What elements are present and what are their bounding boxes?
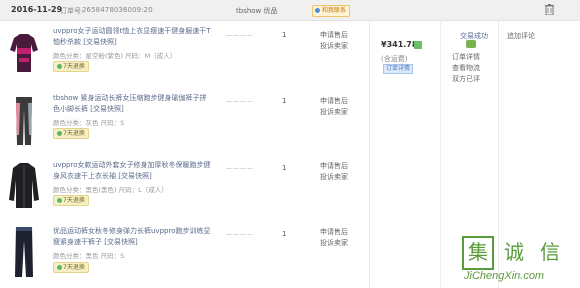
shield-icon [57,64,62,69]
order-item: tbshow 紧身运动长裤女压缩跑步健身瑜伽裤子拼色小脚长裤 [交易快照] 颜色… [0,87,369,153]
product-spec: 颜色分类：黑色(黑色) 尺码：L（成人） [53,186,168,194]
contact-seller-button[interactable]: 和我联系 [312,5,351,17]
badge-label: 7天退换 [63,63,85,70]
order-date: 2016-11-29 [11,5,63,14]
order-item: 优品运动裤女秋冬修身弹力长裤uvppro跑步训练显瘦紧身速干裤子 [交易快照] … [0,219,369,288]
unit-price: ———— [226,231,254,238]
order-total: ¥341.78 [381,40,418,49]
quantity: 1 [282,164,287,172]
product-spec: 颜色分类：灰色 尺码：S [53,119,125,127]
unit-price: ———— [226,32,254,39]
return-badge[interactable]: 7天退换 [53,61,89,72]
shield-icon [57,131,62,136]
shipping-note: (含运费) [381,55,408,63]
shield-icon [57,265,62,270]
order-number-label: 订单号: [60,7,84,15]
product-image[interactable] [4,225,44,279]
wechat-icon[interactable] [466,40,476,48]
order-detail-button[interactable]: 订单详情 [383,64,414,74]
shield-icon [57,198,62,203]
column-divider [369,20,370,288]
order-item: uvppro女款运动外套女子修身加厚秋冬保暖跑步健身风衣速干上衣长袖 [交易快照… [0,153,369,219]
chat-icon [315,8,320,13]
add-review-link[interactable]: 追加评论 [507,31,535,41]
watermark: 集 诚 信 JiChengXin.com [458,236,576,286]
order-detail-link[interactable]: 订单详情 [452,52,496,63]
complain-seller-link[interactable]: 投诉卖家 [320,41,348,52]
quantity: 1 [282,31,287,39]
view-logistics-link[interactable]: 查看物流 [452,63,496,74]
watermark-url: JiChengXin.com [464,270,545,282]
order-item: uvppro女子运动圆领t恤上衣显瘦速干健身服速干T恤秒杀款 [交易快照] 颜色… [0,21,369,87]
unit-price: ———— [226,165,254,172]
apply-after-sale-link[interactable]: 申请售后 [320,96,348,107]
return-badge[interactable]: 7天退换 [53,262,89,273]
return-badge[interactable]: 7天退换 [53,128,89,139]
product-image[interactable] [4,160,44,212]
quantity: 1 [282,230,287,238]
phone-order-icon [414,41,422,49]
product-image[interactable] [4,28,44,78]
order-number: 2658478036009:20 [82,6,153,14]
apply-after-sale-link[interactable]: 申请售后 [320,161,348,172]
product-title-link[interactable]: tbshow 紧身运动长裤女压缩跑步健身瑜伽裤子拼色小脚长裤 [交易快照] [53,93,213,115]
product-title-link[interactable]: 优品运动裤女秋冬修身弹力长裤uvppro跑步训练显瘦紧身速干裤子 [交易快照] [53,226,213,248]
badge-label: 7天退换 [63,264,85,271]
product-spec: 颜色分类：黑色 尺码：S [53,252,125,260]
badge-label: 7天退换 [63,197,85,204]
watermark-char: 信 [540,240,560,264]
product-title-link[interactable]: uvppro女款运动外套女子修身加厚秋冬保暖跑步健身风衣速干上衣长袖 [交易快照… [53,160,213,182]
complain-seller-link[interactable]: 投诉卖家 [320,107,348,118]
status-links: 订单详情 查看物流 双方已评 [452,52,496,85]
both-rated-link[interactable]: 双方已评 [452,74,496,85]
item-actions: 申请售后 投诉卖家 [320,30,348,52]
item-actions: 申请售后 投诉卖家 [320,227,348,249]
product-title-link[interactable]: uvppro女子运动圆领t恤上衣显瘦速干健身服速干T恤秒杀款 [交易快照] [53,26,213,48]
shop-name-link[interactable]: tbshow 优品 [236,6,278,16]
item-actions: 申请售后 投诉卖家 [320,96,348,118]
return-badge[interactable]: 7天退换 [53,195,89,206]
delete-icon[interactable] [545,4,554,15]
order-header: 2016-11-29 订单号: 2658478036009:20 tbshow … [0,0,580,21]
product-image[interactable] [4,95,44,147]
watermark-char: 诚 [504,240,524,264]
unit-price: ———— [226,98,254,105]
badge-label: 7天退换 [63,130,85,137]
complain-seller-link[interactable]: 投诉卖家 [320,172,348,183]
complain-seller-link[interactable]: 投诉卖家 [320,238,348,249]
watermark-char: 集 [462,236,494,270]
apply-after-sale-link[interactable]: 申请售后 [320,227,348,238]
product-spec: 颜色分类：星空粉(紫色) 尺码：M（成人） [53,52,177,60]
item-actions: 申请售后 投诉卖家 [320,161,348,183]
contact-label: 和我联系 [322,7,347,14]
quantity: 1 [282,97,287,105]
column-divider [440,20,441,288]
apply-after-sale-link[interactable]: 申请售后 [320,30,348,41]
